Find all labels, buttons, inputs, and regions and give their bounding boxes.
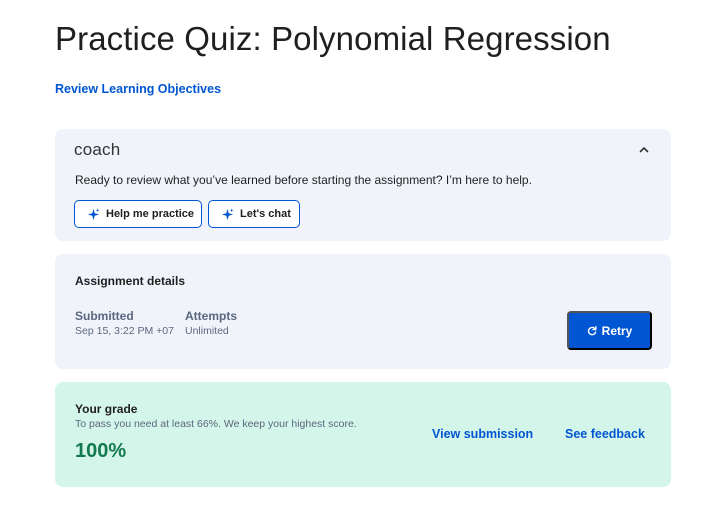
coach-panel: coach Ready to review what you’ve learne… <box>55 129 671 241</box>
submitted-label: Submitted <box>75 309 134 323</box>
lets-chat-label: Let's chat <box>240 208 291 220</box>
view-submission-link[interactable]: View submission <box>432 427 533 441</box>
attempts-label: Attempts <box>185 309 238 323</box>
sparkle-icon <box>221 207 234 220</box>
chevron-up-icon[interactable] <box>637 143 651 157</box>
lets-chat-button[interactable]: Let's chat <box>208 200 300 228</box>
coach-message: Ready to review what you’ve learned befo… <box>75 173 532 187</box>
page-title: Practice Quiz: Polynomial Regression <box>55 20 611 57</box>
review-learning-objectives-link[interactable]: Review Learning Objectives <box>55 82 221 96</box>
submitted-value: Sep 15, 3:22 PM +07 <box>75 325 174 337</box>
assignment-details-title: Assignment details <box>75 274 186 288</box>
help-me-practice-label: Help me practice <box>106 208 195 220</box>
retry-button[interactable]: Retry <box>567 311 652 350</box>
grade-requirement-text: To pass you need at least 66%. We keep y… <box>75 418 357 430</box>
grade-panel: Your grade To pass you need at least 66%… <box>55 382 671 487</box>
assignment-details-panel: Assignment details Submitted Sep 15, 3:2… <box>55 254 671 369</box>
help-me-practice-button[interactable]: Help me practice <box>74 200 202 228</box>
see-feedback-link[interactable]: See feedback <box>565 427 645 441</box>
retry-icon <box>587 325 597 335</box>
coach-logo: coach <box>74 140 121 159</box>
your-grade-title: Your grade <box>75 402 138 416</box>
retry-label: Retry <box>601 323 633 338</box>
attempts-value: Unlimited <box>185 325 229 337</box>
grade-score: 100% <box>75 440 127 462</box>
sparkle-icon <box>87 207 100 220</box>
